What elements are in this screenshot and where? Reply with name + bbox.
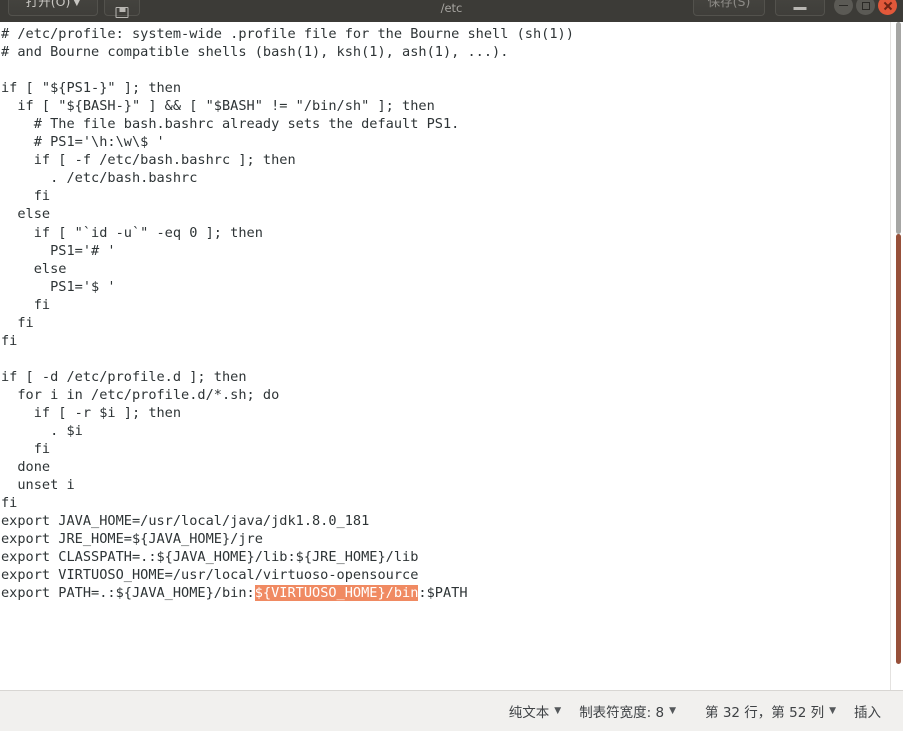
cursor-position-label: 第 32 行，第 52 列 (705, 705, 825, 721)
tab-width-selector[interactable]: 制表符宽度: 8 ▼ (570, 701, 685, 721)
window-subtitle-path: /etc (440, 1, 463, 15)
minimize-icon[interactable] (834, 0, 853, 15)
scrollbar-overview-marker[interactable] (896, 234, 901, 664)
filetype-label: 纯文本 (508, 705, 550, 721)
window-header-bar: 打开(O)▼ profile /etc 保存(S) (0, 0, 903, 22)
status-bar: 纯文本 ▼ 制表符宽度: 8 ▼ 第 32 行，第 52 列 ▼ 插入 (0, 690, 903, 731)
close-icon[interactable] (878, 0, 897, 15)
chevron-down-icon: ▼ (669, 706, 677, 716)
tab-width-label: 制表符宽度: 8 (579, 705, 665, 721)
window-controls (834, 0, 897, 15)
code-after-selection: :$PATH (418, 585, 468, 602)
maximize-icon[interactable] (856, 0, 875, 15)
hide-search-button[interactable] (775, 0, 825, 16)
source-code-content[interactable]: # /etc/profile: system-wide .profile fil… (0, 22, 574, 603)
text-edit-area[interactable]: # /etc/profile: system-wide .profile fil… (0, 22, 903, 690)
chevron-down-icon: ▼ (829, 706, 836, 716)
code-before-selection: # /etc/profile: system-wide .profile fil… (1, 26, 574, 602)
text-editor-window: 打开(O)▼ profile /etc 保存(S) # /etc/profile… (0, 0, 903, 731)
save-button-label: 保存(S) (707, 0, 751, 9)
cursor-position-selector[interactable]: 第 32 行，第 52 列 ▼ (685, 701, 845, 721)
vertical-scrollbar[interactable] (890, 22, 903, 690)
selected-text-highlight[interactable]: ${VIRTUOSO_HOME}/bin (254, 585, 419, 602)
insert-mode-label: 插入 (854, 705, 881, 721)
save-button[interactable]: 保存(S) (693, 0, 765, 16)
insert-mode-indicator[interactable]: 插入 (845, 701, 903, 721)
scrollbar-thumb[interactable] (896, 22, 901, 234)
filetype-selector[interactable]: 纯文本 ▼ (500, 701, 570, 721)
minus-icon (793, 7, 807, 10)
chevron-down-icon: ▼ (554, 706, 562, 716)
